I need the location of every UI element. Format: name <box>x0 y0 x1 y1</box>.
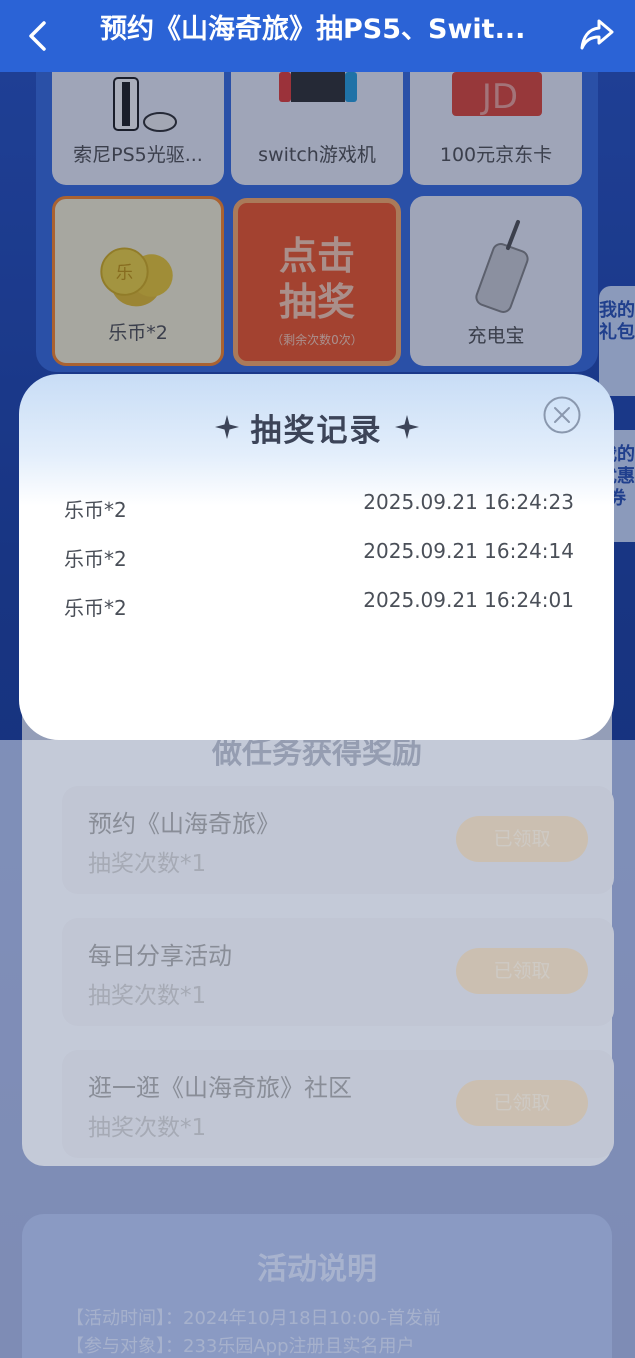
record-row: 乐币*2 2025.09.21 16:24:23 <box>64 490 574 524</box>
record-prize: 乐币*2 <box>64 498 127 522</box>
back-arrow-icon <box>29 21 46 51</box>
top-bar: 预约《山海奇旅》抽PS5、Swit... <box>0 0 635 72</box>
record-prize: 乐币*2 <box>64 596 127 620</box>
modal-title: 抽奖记录 <box>250 412 383 449</box>
record-row: 乐币*2 2025.09.21 16:24:14 <box>64 539 574 573</box>
record-time: 2025.09.21 16:24:23 <box>363 490 574 514</box>
back-button[interactable] <box>22 16 52 56</box>
sparkle-icon <box>394 415 419 439</box>
record-time: 2025.09.21 16:24:01 <box>363 588 574 612</box>
record-prize: 乐币*2 <box>64 547 127 571</box>
close-icon[interactable] <box>542 395 582 435</box>
record-row: 乐币*2 2025.09.21 16:24:01 <box>64 588 574 622</box>
record-time: 2025.09.21 16:24:14 <box>363 539 574 563</box>
share-button[interactable] <box>577 14 617 54</box>
sparkle-icon <box>214 415 239 439</box>
modal-backdrop-lower <box>0 740 635 1358</box>
draw-record-modal: 抽奖记录 乐币*2 2025.09.21 16:24:23 乐币*2 2025.… <box>19 374 614 740</box>
modal-header: 抽奖记录 <box>19 404 614 450</box>
share-icon <box>580 19 614 50</box>
page-title: 预约《山海奇旅》抽PS5、Swit... <box>100 14 526 45</box>
